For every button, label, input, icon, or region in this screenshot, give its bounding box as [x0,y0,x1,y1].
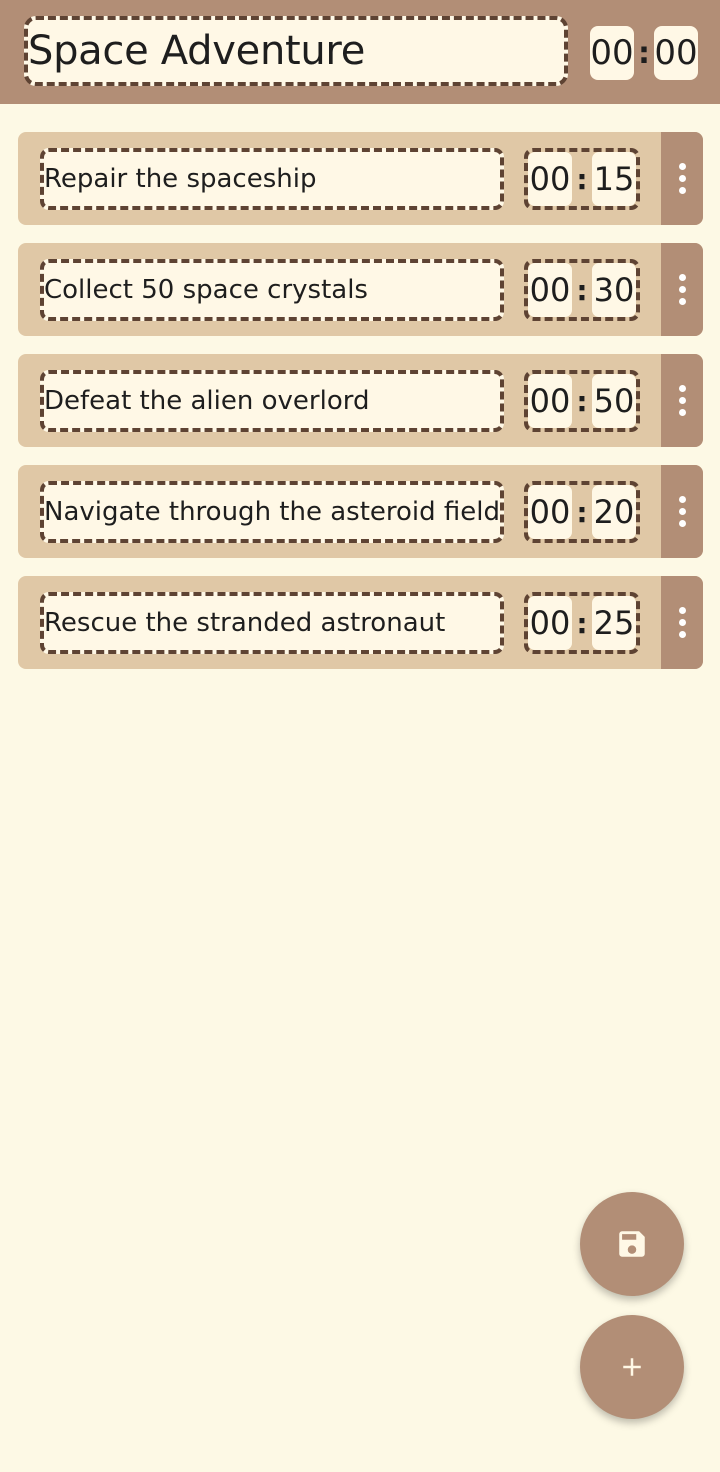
title-text: Space Adventure [28,28,366,74]
total-timer-separator: : [638,35,650,71]
more-options-icon[interactable] [661,576,703,669]
task-name-input[interactable]: Collect 50 space crystals [40,259,504,321]
menu-dot [678,385,686,392]
task-timer-minutes[interactable]: 00 [528,485,572,539]
floppy-disk-icon [619,1231,645,1257]
menu-dot [678,298,686,305]
total-timer-seconds[interactable]: 00 [654,26,698,80]
task-timer-separator: : [576,273,588,307]
task-row: Collect 50 space crystals 00 : 30 [18,243,703,336]
menu-dot [678,607,686,614]
task-timer-seconds[interactable]: 20 [592,485,636,539]
total-timer: 00 : 00 [590,26,698,80]
task-name-input[interactable]: Repair the spaceship [40,148,504,210]
menu-dot [678,409,686,416]
task-name: Navigate through the asteroid field [44,497,501,527]
task-row: Rescue the stranded astronaut 00 : 25 [18,576,703,669]
task-timer-separator: : [576,162,588,196]
task-name: Defeat the alien overlord [44,386,370,416]
title-input[interactable]: Space Adventure [24,16,568,86]
task-timer-seconds[interactable]: 25 [592,596,636,650]
save-button[interactable] [580,1192,684,1296]
menu-dot [678,187,686,194]
task-timer: 00 : 25 [524,592,640,654]
menu-dot [678,631,686,638]
task-timer-seconds[interactable]: 50 [592,374,636,428]
menu-dot [678,619,686,626]
task-name: Rescue the stranded astronaut [44,608,446,638]
task-timer: 00 : 15 [524,148,640,210]
task-name-input[interactable]: Rescue the stranded astronaut [40,592,504,654]
add-task-button[interactable] [580,1315,684,1419]
menu-dot [678,508,686,515]
menu-dot [678,175,686,182]
more-options-icon[interactable] [661,132,703,225]
task-row: Repair the spaceship 00 : 15 [18,132,703,225]
task-timer-separator: : [576,495,588,529]
task-timer-seconds[interactable]: 15 [592,152,636,206]
task-timer-separator: : [576,384,588,418]
menu-dot [678,496,686,503]
menu-dot [678,286,686,293]
menu-dot [678,274,686,281]
task-timer-minutes[interactable]: 00 [528,152,572,206]
plus-icon [623,1358,641,1376]
task-timer: 00 : 50 [524,370,640,432]
task-list: Repair the spaceship 00 : 15 Collect 50 … [18,132,703,687]
app-header: Space Adventure 00 : 00 [0,0,720,104]
task-name: Repair the spaceship [44,164,317,194]
task-timer: 00 : 20 [524,481,640,543]
task-timer-minutes[interactable]: 00 [528,596,572,650]
menu-dot [678,163,686,170]
more-options-icon[interactable] [661,243,703,336]
task-timer-seconds[interactable]: 30 [592,263,636,317]
task-timer: 00 : 30 [524,259,640,321]
task-timer-minutes[interactable]: 00 [528,263,572,317]
task-name-input[interactable]: Defeat the alien overlord [40,370,504,432]
more-options-icon[interactable] [661,465,703,558]
task-row: Defeat the alien overlord 00 : 50 [18,354,703,447]
task-name-input[interactable]: Navigate through the asteroid field [40,481,504,543]
more-options-icon[interactable] [661,354,703,447]
task-timer-minutes[interactable]: 00 [528,374,572,428]
task-name: Collect 50 space crystals [44,275,368,305]
menu-dot [678,520,686,527]
total-timer-minutes[interactable]: 00 [590,26,634,80]
menu-dot [678,397,686,404]
task-row: Navigate through the asteroid field 00 :… [18,465,703,558]
task-timer-separator: : [576,606,588,640]
